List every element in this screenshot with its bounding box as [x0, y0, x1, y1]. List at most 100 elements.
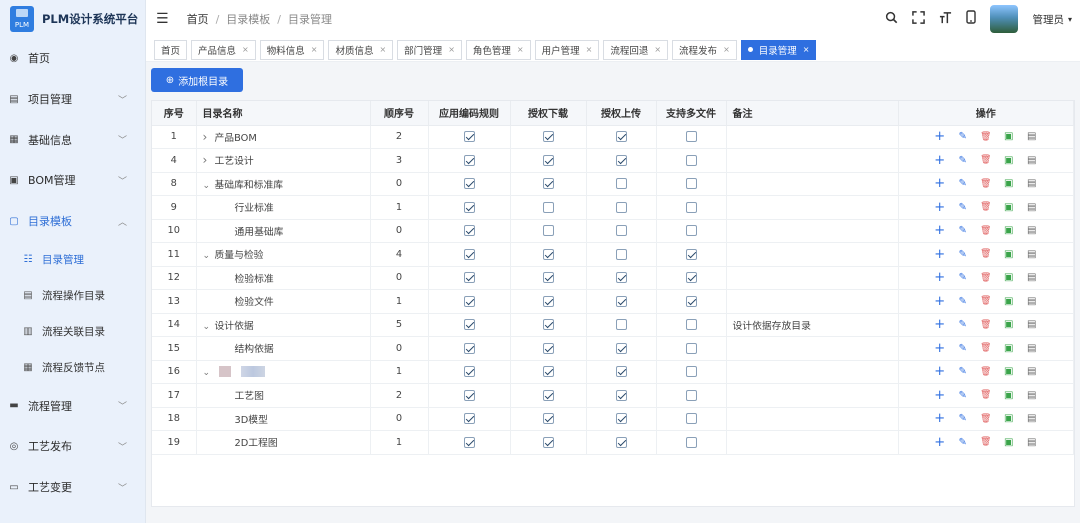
upload-checkbox[interactable] [615, 178, 627, 189]
delete-icon[interactable]: 🗑 [980, 319, 991, 330]
close-icon[interactable]: × [586, 45, 593, 54]
save-icon[interactable]: ▣ [1004, 390, 1014, 401]
save-icon[interactable]: ▣ [1004, 366, 1014, 377]
document-icon[interactable]: ▤ [1027, 413, 1037, 424]
multi-file-checkbox[interactable] [685, 131, 697, 142]
download-checkbox[interactable] [542, 178, 554, 189]
multi-file-checkbox[interactable] [685, 154, 697, 166]
save-icon[interactable]: ▣ [1004, 225, 1014, 236]
multi-file-checkbox[interactable] [685, 342, 697, 354]
delete-icon[interactable]: 🗑 [980, 131, 991, 142]
sidebar-item[interactable]: ▢ 目录模板 ︿ [0, 201, 145, 242]
tab-tag[interactable]: 流程回退 × [603, 39, 669, 60]
tab-tag[interactable]: 物料信息 × [259, 39, 325, 60]
tab-tag[interactable]: 目录管理 × [740, 39, 817, 60]
upload-checkbox[interactable] [615, 225, 627, 236]
upload-checkbox[interactable] [615, 342, 627, 354]
save-icon[interactable]: ▣ [1004, 131, 1014, 142]
download-checkbox[interactable] [542, 342, 554, 354]
code-rule-checkbox[interactable] [463, 131, 475, 142]
multi-file-checkbox[interactable] [685, 436, 697, 448]
download-checkbox[interactable] [542, 413, 554, 424]
close-icon[interactable]: × [311, 45, 318, 54]
add-child-icon[interactable]: + [934, 270, 945, 285]
upload-checkbox[interactable] [615, 319, 627, 330]
document-icon[interactable]: ▤ [1027, 249, 1037, 260]
code-rule-checkbox[interactable] [463, 154, 475, 166]
sidebar-subitem[interactable]: ▤ 流程操作目录 [0, 277, 145, 313]
delete-icon[interactable]: 🗑 [980, 343, 991, 354]
document-icon[interactable]: ▤ [1027, 131, 1037, 142]
download-checkbox[interactable] [542, 248, 554, 260]
chevron-right-icon[interactable]: › [203, 130, 215, 144]
document-icon[interactable]: ▤ [1027, 366, 1037, 377]
multi-file-checkbox[interactable] [685, 178, 697, 189]
code-rule-checkbox[interactable] [463, 413, 475, 424]
download-checkbox[interactable] [542, 319, 554, 330]
multi-file-checkbox[interactable] [685, 272, 697, 283]
add-child-icon[interactable]: + [934, 364, 945, 379]
save-icon[interactable]: ▣ [1004, 178, 1014, 189]
tab-tag[interactable]: 用户管理 × [534, 39, 600, 60]
download-checkbox[interactable] [542, 389, 554, 401]
download-checkbox[interactable] [542, 201, 554, 213]
menu-toggle-icon[interactable]: ☰ [156, 11, 169, 27]
close-icon[interactable]: × [723, 45, 730, 54]
upload-checkbox[interactable] [615, 413, 627, 424]
download-checkbox[interactable] [542, 295, 554, 307]
multi-file-checkbox[interactable] [685, 295, 697, 307]
delete-icon[interactable]: 🗑 [980, 178, 991, 189]
document-icon[interactable]: ▤ [1027, 296, 1037, 307]
search-icon[interactable] [885, 11, 898, 28]
tab-tag[interactable]: 部门管理 × [397, 39, 462, 60]
multi-file-checkbox[interactable] [685, 319, 697, 330]
edit-icon[interactable]: ✎ [958, 225, 968, 236]
save-icon[interactable]: ▣ [1004, 155, 1014, 166]
save-icon[interactable]: ▣ [1004, 319, 1014, 330]
document-icon[interactable]: ▤ [1027, 202, 1037, 213]
close-icon[interactable]: × [517, 45, 524, 54]
add-child-icon[interactable]: + [934, 411, 945, 426]
chevron-down-icon[interactable]: ⌄ [203, 322, 215, 332]
document-icon[interactable]: ▤ [1027, 343, 1037, 354]
tab-tag[interactable]: 材质信息 × [328, 39, 394, 60]
upload-checkbox[interactable] [615, 131, 627, 142]
save-icon[interactable]: ▣ [1004, 296, 1014, 307]
code-rule-checkbox[interactable] [463, 366, 475, 377]
sidebar-item[interactable]: ◉ 首页 [0, 38, 145, 79]
sidebar-item[interactable]: ▤ 项目管理 ﹀ [0, 79, 145, 120]
tab-tag[interactable]: 角色管理 × [465, 39, 531, 60]
add-child-icon[interactable]: + [934, 200, 945, 215]
document-icon[interactable]: ▤ [1027, 437, 1037, 448]
code-rule-checkbox[interactable] [463, 389, 475, 401]
download-checkbox[interactable] [542, 154, 554, 166]
document-icon[interactable]: ▤ [1027, 225, 1037, 236]
add-child-icon[interactable]: + [934, 294, 945, 309]
multi-file-checkbox[interactable] [685, 248, 697, 260]
sidebar-subitem[interactable]: ☷ 目录管理 [0, 241, 145, 277]
code-rule-checkbox[interactable] [463, 178, 475, 189]
download-checkbox[interactable] [542, 131, 554, 142]
add-child-icon[interactable]: + [934, 176, 945, 191]
multi-file-checkbox[interactable] [685, 225, 697, 236]
edit-icon[interactable]: ✎ [958, 319, 968, 330]
edit-icon[interactable]: ✎ [958, 249, 968, 260]
avatar[interactable] [990, 5, 1019, 33]
edit-icon[interactable]: ✎ [958, 343, 968, 354]
delete-icon[interactable]: 🗑 [980, 437, 991, 448]
save-icon[interactable]: ▣ [1004, 272, 1014, 283]
close-icon[interactable]: × [803, 45, 810, 54]
code-rule-checkbox[interactable] [463, 342, 475, 354]
edit-icon[interactable]: ✎ [958, 131, 968, 142]
document-icon[interactable]: ▤ [1027, 155, 1037, 166]
code-rule-checkbox[interactable] [463, 225, 475, 236]
edit-icon[interactable]: ✎ [958, 155, 968, 166]
multi-file-checkbox[interactable] [685, 201, 697, 213]
breadcrumb-home[interactable]: 首页 [187, 11, 209, 27]
document-icon[interactable]: ▤ [1027, 319, 1037, 330]
delete-icon[interactable]: 🗑 [980, 366, 991, 377]
upload-checkbox[interactable] [615, 436, 627, 448]
sidebar-item[interactable]: ◎ 工艺发布 ﹀ [0, 426, 145, 467]
chevron-down-icon[interactable]: ⌄ [203, 368, 215, 378]
code-rule-checkbox[interactable] [463, 295, 475, 307]
